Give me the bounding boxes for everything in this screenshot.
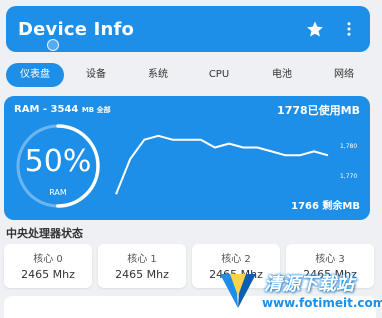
ram-used: 1778已使用MB — [277, 104, 360, 117]
ram-usage-chart: 1,780 1,770 — [115, 134, 357, 195]
core-name: 核心 1 — [127, 254, 157, 265]
ram-total-unit: MB 全部 — [81, 106, 111, 114]
watermark-url: www.fotimeit.com — [262, 296, 382, 310]
tab-system[interactable]: 系统 — [128, 63, 188, 87]
tab-bar: 仪表盘 设备 系统 CPU 电池 网络 — [6, 62, 376, 88]
tab-network[interactable]: 网络 — [314, 63, 374, 87]
ram-total: 3544 — [50, 104, 79, 115]
watermark-logo-icon — [220, 274, 256, 308]
core-freq: 2465 Mhz — [115, 268, 169, 281]
ram-title: RAM - 3544 MB 全部 — [14, 104, 111, 115]
watermark-name: 清源下载站 — [264, 274, 354, 295]
ram-gauge-label: RAM — [49, 188, 67, 197]
ram-free: 1766 剩余MB — [291, 201, 360, 212]
tab-device[interactable]: 设备 — [64, 63, 128, 87]
core-card[interactable]: 核心 0 2465 Mhz — [4, 244, 92, 288]
ram-percent: 50% — [24, 144, 92, 179]
cpu-section-title: 中央处理器状态 — [6, 227, 83, 240]
core-freq: 2465 Mhz — [21, 268, 75, 281]
core-card[interactable]: 核心 1 2465 Mhz — [98, 244, 186, 288]
device-info-screen: Device Info 仪表盘 设备 系统 CPU 电池 网络 RAM - 35… — [0, 0, 382, 318]
tab-dashboard[interactable]: 仪表盘 — [6, 63, 64, 87]
tab-battery[interactable]: 电池 — [250, 63, 314, 87]
more-vert-icon[interactable] — [338, 18, 360, 40]
y-tick-label: 1,770 — [340, 173, 357, 180]
tab-cpu[interactable]: CPU — [188, 63, 250, 87]
core-name: 核心 0 — [33, 254, 63, 265]
touch-indicator — [47, 39, 59, 51]
watermark: 清源下载站 www.fotimeit.com — [216, 262, 382, 318]
ram-label: RAM - — [14, 104, 51, 115]
app-title: Device Info — [18, 18, 135, 40]
y-tick-label: 1,780 — [340, 143, 357, 150]
star-icon[interactable] — [304, 18, 326, 40]
ram-usage-line — [115, 134, 329, 195]
app-bar: Device Info — [6, 6, 370, 52]
ram-card[interactable]: RAM - 3544 MB 全部 1778已使用MB 50% RAM 1,780… — [4, 96, 370, 220]
